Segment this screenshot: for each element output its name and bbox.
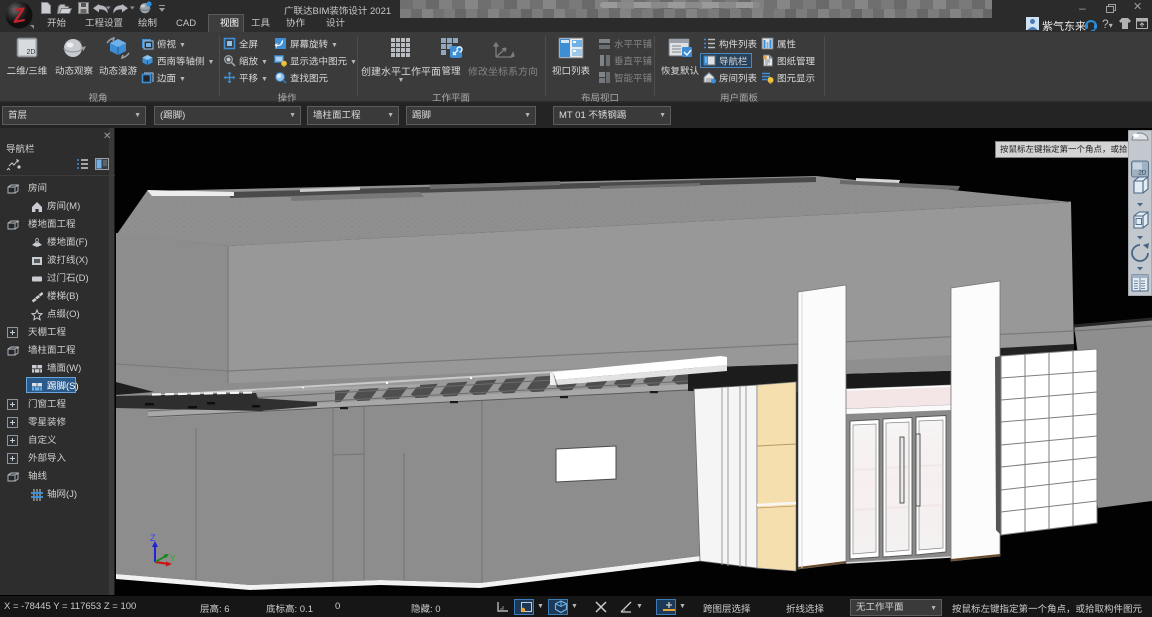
svg-text:2D: 2D — [1138, 170, 1147, 177]
svg-text:Y: Y — [170, 554, 176, 563]
svg-text:2D: 2D — [27, 49, 36, 56]
